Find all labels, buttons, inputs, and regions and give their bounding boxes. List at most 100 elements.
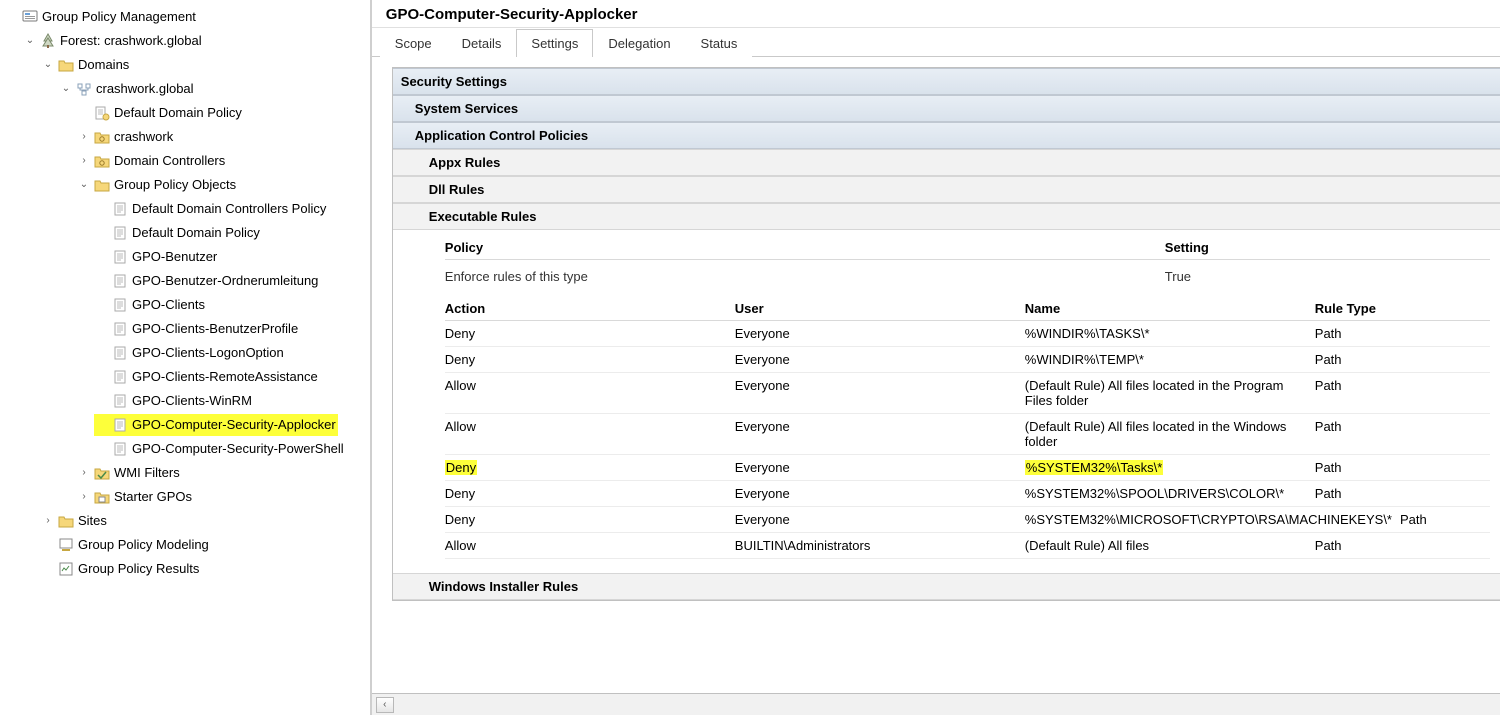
- tree-panel: ▶ Group Policy Management ⌄ Forest: cras…: [0, 0, 371, 715]
- tab-scope[interactable]: Scope: [380, 29, 447, 57]
- table-row[interactable]: AllowEveryone(Default Rule) All files lo…: [445, 373, 1490, 414]
- toggle-icon[interactable]: ›: [78, 131, 90, 143]
- tree-gpo-clients-wrm[interactable]: ▶GPO-Clients-WinRM: [94, 390, 254, 412]
- table-cell: Deny: [445, 460, 735, 475]
- section-app-control[interactable]: Application Control Policies: [393, 122, 1500, 149]
- table-cell: Deny: [445, 352, 735, 367]
- table-row[interactable]: DenyEveryone%WINDIR%\TASKS\*Path: [445, 321, 1490, 347]
- table-cell: Everyone: [735, 326, 1025, 341]
- gpo-icon: [112, 273, 128, 289]
- table-cell: Everyone: [735, 419, 1025, 449]
- gpm-icon: [22, 9, 38, 25]
- gpo-icon: [112, 321, 128, 337]
- table-cell: Everyone: [735, 352, 1025, 367]
- gpo-icon: [112, 201, 128, 217]
- tree-gpo-clients-lo[interactable]: ▶GPO-Clients-LogonOption: [94, 342, 286, 364]
- tree-domain[interactable]: ⌄ crashwork.global: [58, 78, 196, 100]
- horizontal-scrollbar[interactable]: ‹: [372, 693, 1500, 715]
- table-cell: Everyone: [735, 512, 1025, 527]
- table-cell: BUILTIN\Administrators: [735, 538, 1025, 553]
- section-appx-rules[interactable]: Appx Rules: [393, 149, 1500, 176]
- ou-icon: [94, 129, 110, 145]
- tree-gpo-ddcp[interactable]: ▶Default Domain Controllers Policy: [94, 198, 328, 220]
- table-row[interactable]: DenyEveryone%SYSTEM32%\Tasks\*Path: [445, 455, 1490, 481]
- tree-ou-dc[interactable]: ›Domain Controllers: [76, 150, 227, 172]
- toggle-icon[interactable]: ›: [78, 467, 90, 479]
- table-cell: Everyone: [735, 378, 1025, 408]
- toggle-icon[interactable]: ›: [78, 155, 90, 167]
- table-row[interactable]: AllowBUILTIN\Administrators(Default Rule…: [445, 533, 1490, 559]
- gpo-icon: [112, 417, 128, 433]
- table-row[interactable]: AllowEveryone(Default Rule) All files lo…: [445, 414, 1490, 455]
- section-dll-rules[interactable]: Dll Rules: [393, 176, 1500, 203]
- table-cell: Deny: [445, 326, 735, 341]
- col-user-header: User: [735, 301, 1025, 316]
- tree-default-domain-policy[interactable]: ▶Default Domain Policy: [76, 102, 244, 124]
- page-title: GPO-Computer-Security-Applocker: [372, 0, 1500, 28]
- tree-gpo-ddp[interactable]: ▶Default Domain Policy: [94, 222, 262, 244]
- tab-details[interactable]: Details: [447, 29, 517, 57]
- col-setting-header: Setting: [1165, 240, 1490, 255]
- tree-gpo-sec-ps[interactable]: ▶GPO-Computer-Security-PowerShell: [94, 438, 346, 460]
- table-cell: Path: [1315, 486, 1405, 501]
- section-exe-rules[interactable]: Executable Rules: [393, 203, 1500, 230]
- toggle-icon[interactable]: ›: [42, 515, 54, 527]
- table-cell: Allow: [445, 538, 735, 553]
- domain-icon: [76, 81, 92, 97]
- tree-gpo-clients[interactable]: ▶GPO-Clients: [94, 294, 207, 316]
- tree-sites[interactable]: ›Sites: [40, 510, 109, 532]
- toggle-icon[interactable]: ⌄: [24, 35, 36, 47]
- enforce-policy-label: Enforce rules of this type: [445, 266, 1165, 287]
- tree-gp-results[interactable]: ▶Group Policy Results: [40, 558, 201, 580]
- folder-icon: [58, 57, 74, 73]
- tree-starter-gpos[interactable]: ›Starter GPOs: [76, 486, 194, 508]
- section-security-settings[interactable]: Security Settings: [393, 68, 1500, 95]
- table-cell: %SYSTEM32%\SPOOL\DRIVERS\COLOR\*: [1025, 486, 1315, 501]
- tree-gpo-container[interactable]: ⌄ Group Policy Objects: [76, 174, 238, 196]
- tree-wmi-filters[interactable]: ›WMI Filters: [76, 462, 182, 484]
- tree-gpo-clients-ra[interactable]: ▶GPO-Clients-RemoteAssistance: [94, 366, 320, 388]
- gpo-icon: [112, 249, 128, 265]
- section-system-services[interactable]: System Services: [393, 95, 1500, 122]
- tree-gpo-benutzer[interactable]: ▶GPO-Benutzer: [94, 246, 219, 268]
- gpo-icon: [112, 369, 128, 385]
- tree-gpo-clients-bp[interactable]: ▶GPO-Clients-BenutzerProfile: [94, 318, 300, 340]
- gpo-icon: [112, 441, 128, 457]
- tab-bar: Scope Details Settings Delegation Status: [372, 28, 1500, 57]
- tab-status[interactable]: Status: [686, 29, 753, 57]
- tree-gpo-benutzer-ou[interactable]: ▶GPO-Benutzer-Ordnerumleitung: [94, 270, 320, 292]
- section-win-installer[interactable]: Windows Installer Rules: [393, 573, 1500, 600]
- table-row[interactable]: DenyEveryone%SYSTEM32%\MICROSOFT\CRYPTO\…: [445, 507, 1490, 533]
- table-cell: Allow: [445, 378, 735, 408]
- forest-icon: [40, 33, 56, 49]
- toggle-icon[interactable]: ⌄: [78, 179, 90, 191]
- tree-root[interactable]: ▶ Group Policy Management: [4, 6, 198, 28]
- toggle-icon[interactable]: ⌄: [60, 83, 72, 95]
- gpo-icon: [112, 393, 128, 409]
- results-icon: [58, 561, 74, 577]
- tree-domain-label: crashwork.global: [96, 78, 194, 100]
- table-row[interactable]: DenyEveryone%SYSTEM32%\SPOOL\DRIVERS\COL…: [445, 481, 1490, 507]
- table-cell: Path: [1315, 538, 1405, 553]
- settings-report[interactable]: Security Settings System Services Applic…: [372, 57, 1500, 693]
- table-cell: Everyone: [735, 460, 1025, 475]
- toggle-icon[interactable]: ›: [78, 491, 90, 503]
- sites-icon: [58, 513, 74, 529]
- tab-settings[interactable]: Settings: [516, 29, 593, 57]
- tree-domains[interactable]: ⌄ Domains: [40, 54, 131, 76]
- table-row[interactable]: DenyEveryone%WINDIR%\TEMP\*Path: [445, 347, 1490, 373]
- wmi-icon: [94, 465, 110, 481]
- table-cell: (Default Rule) All files located in the …: [1025, 419, 1315, 449]
- exe-rules-body: Policy Setting Enforce rules of this typ…: [393, 230, 1500, 573]
- table-cell: (Default Rule) All files located in the …: [1025, 378, 1315, 408]
- tree-ou-crashwork[interactable]: ›crashwork: [76, 126, 175, 148]
- tree-forest[interactable]: ⌄ Forest: crashwork.global: [22, 30, 204, 52]
- scroll-left-icon[interactable]: ‹: [376, 697, 394, 713]
- toggle-icon[interactable]: ⌄: [42, 59, 54, 71]
- tree-gpo-sec-applocker[interactable]: ▶GPO-Computer-Security-Applocker: [94, 414, 338, 436]
- tree-gp-modeling[interactable]: ▶Group Policy Modeling: [40, 534, 211, 556]
- table-cell: Path: [1315, 378, 1405, 408]
- table-cell: Everyone: [735, 486, 1025, 501]
- tab-delegation[interactable]: Delegation: [593, 29, 685, 57]
- table-cell: Path: [1315, 352, 1405, 367]
